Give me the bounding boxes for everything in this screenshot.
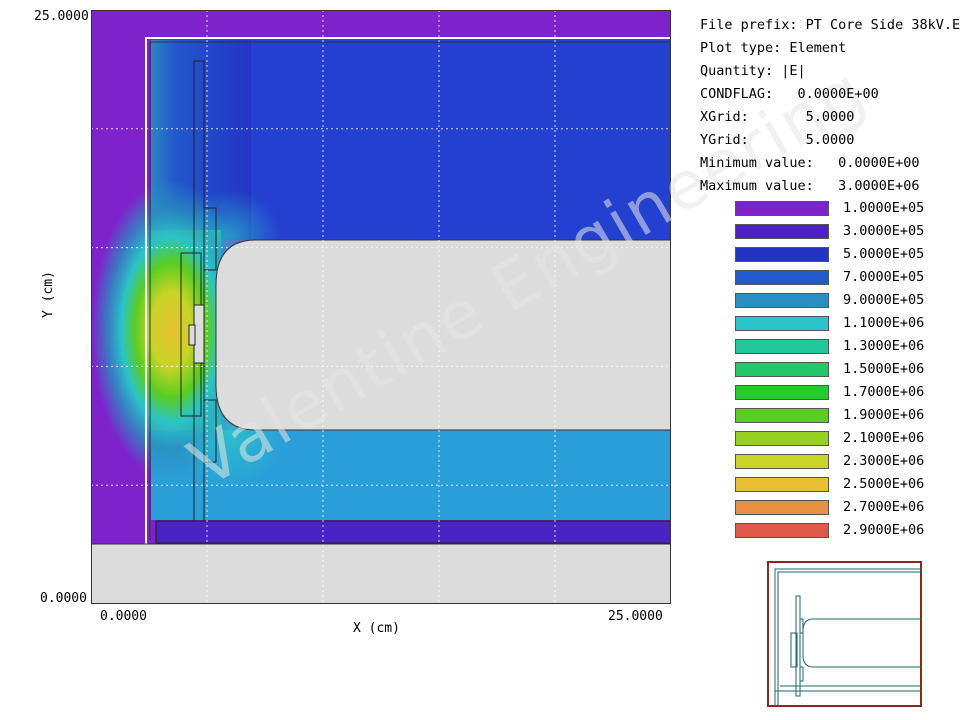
overview-thumbnail[interactable] <box>767 561 922 707</box>
legend-swatch <box>735 500 829 515</box>
legend-label: 1.1000E+06 <box>843 315 925 331</box>
x-max-label: 25.0000 <box>608 609 663 624</box>
legend-label: 1.7000E+06 <box>843 384 925 400</box>
y-axis-title: Y (cm) <box>41 271 56 318</box>
info-condflag: CONDFLAG: 0.0000E+00 <box>700 86 879 102</box>
legend-label: 2.9000E+06 <box>843 522 925 538</box>
legend-label: 2.5000E+06 <box>843 476 925 492</box>
legend-swatch <box>735 201 829 216</box>
legend-swatch <box>735 385 829 400</box>
info-file-prefix: File prefix: PT Core Side 38kV.EO <box>700 17 960 33</box>
legend-label: 5.0000E+05 <box>843 246 925 262</box>
legend-label: 9.0000E+05 <box>843 292 925 308</box>
legend-swatch <box>735 270 829 285</box>
legend-swatch <box>735 454 829 469</box>
info-quantity: Quantity: |E| <box>700 63 806 79</box>
info-xgrid: XGrid: 5.0000 <box>700 109 855 125</box>
bottom-strip <box>155 520 672 544</box>
info-ygrid: YGrid: 5.0000 <box>700 132 855 148</box>
legend-label: 3.0000E+05 <box>843 223 925 239</box>
legend-label: 1.3000E+06 <box>843 338 925 354</box>
legend-label: 7.0000E+05 <box>843 269 925 285</box>
legend-swatch <box>735 293 829 308</box>
x-axis-title: X (cm) <box>353 621 400 636</box>
field-plot[interactable] <box>90 10 672 605</box>
info-max-value: Maximum value: 3.0000E+06 <box>700 178 920 194</box>
legend-swatch <box>735 408 829 423</box>
legend-swatch <box>735 477 829 492</box>
legend-swatch <box>735 431 829 446</box>
legend-label: 1.0000E+05 <box>843 200 925 216</box>
legend-label: 2.3000E+06 <box>843 453 925 469</box>
legend-swatch <box>735 339 829 354</box>
legend-label: 1.9000E+06 <box>843 407 925 423</box>
field-plot-canvas <box>90 10 672 605</box>
legend-swatch <box>735 247 829 262</box>
legend-swatch <box>735 224 829 239</box>
y-min-label: 0.0000 <box>40 591 87 606</box>
legend-label: 2.1000E+06 <box>843 430 925 446</box>
legend-swatch <box>735 362 829 377</box>
legend-swatch <box>735 316 829 331</box>
legend-label: 2.7000E+06 <box>843 499 925 515</box>
legend-label: 1.5000E+06 <box>843 361 925 377</box>
legend-swatch <box>735 523 829 538</box>
ground-electrode <box>90 543 672 605</box>
support-tab <box>188 324 196 346</box>
overview-canvas <box>767 561 922 707</box>
y-max-label: 25.0000 <box>34 9 89 24</box>
x-min-label: 0.0000 <box>100 609 147 624</box>
info-plot-type: Plot type: Element <box>700 40 847 56</box>
info-min-value: Minimum value: 0.0000E+00 <box>700 155 920 171</box>
